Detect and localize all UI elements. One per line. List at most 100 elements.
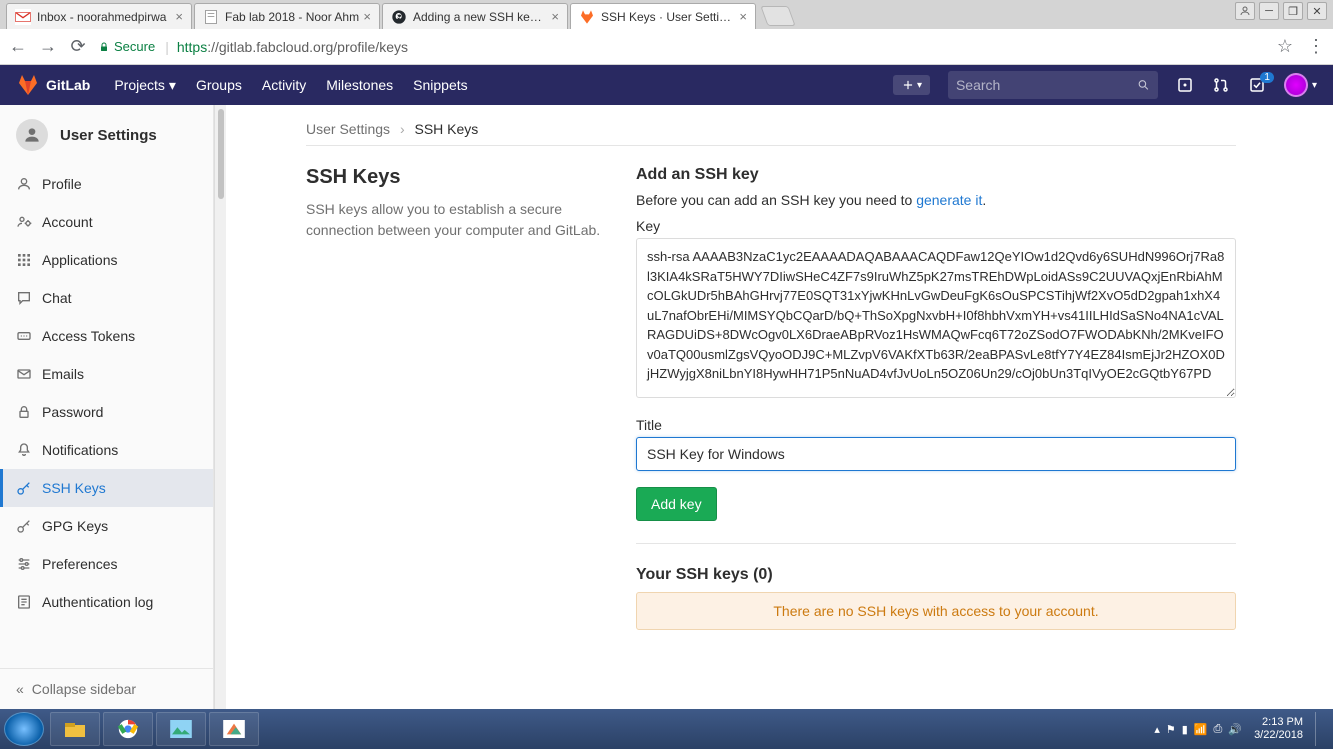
sidebar-item-label: Emails: [42, 366, 84, 382]
show-desktop-button[interactable]: [1315, 712, 1323, 746]
sidebar: User Settings Profile Account Applicatio…: [0, 105, 214, 709]
close-window-button[interactable]: ✕: [1307, 2, 1327, 20]
sidebar-item-label: Account: [42, 214, 93, 230]
collapse-sidebar[interactable]: « Collapse sidebar: [0, 668, 213, 709]
start-button[interactable]: [4, 712, 44, 746]
new-tab-button[interactable]: [760, 6, 795, 26]
sidebar-item-label: Preferences: [42, 556, 117, 572]
new-dropdown[interactable]: ▾: [893, 75, 930, 95]
browser-tab[interactable]: Adding a new SSH key to ×: [382, 3, 568, 29]
sidebar-item-notifications[interactable]: Notifications: [0, 431, 213, 469]
key-textarea[interactable]: [636, 238, 1236, 398]
sidebar-item-auth-log[interactable]: Authentication log: [0, 583, 213, 621]
applications-icon: [16, 252, 32, 268]
nav-groups[interactable]: Groups: [196, 77, 242, 94]
title-input[interactable]: [636, 437, 1236, 471]
network-icon[interactable]: 📶: [1194, 723, 1208, 736]
browser-tab[interactable]: Fab lab 2018 - Noor Ahm ×: [194, 3, 380, 29]
gitlab-navbar: GitLab Projects▾ Groups Activity Milesto…: [0, 65, 1333, 105]
sidebar-item-applications[interactable]: Applications: [0, 241, 213, 279]
browser-tabstrip: Inbox - noorahmedpirwa × Fab lab 2018 - …: [0, 0, 1333, 29]
tab-close-icon[interactable]: ×: [739, 9, 747, 24]
bookmark-star-icon[interactable]: ☆: [1277, 36, 1293, 57]
todos-icon[interactable]: 1: [1248, 76, 1266, 94]
taskbar-app[interactable]: [156, 712, 206, 746]
address-bar[interactable]: Secure | https://gitlab.fabcloud.org/pro…: [98, 39, 1267, 55]
taskbar-explorer[interactable]: [50, 712, 100, 746]
time-text: 2:13 PM: [1254, 716, 1303, 729]
sidebar-item-profile[interactable]: Profile: [0, 165, 213, 203]
nav-milestones[interactable]: Milestones: [326, 77, 393, 94]
issues-icon[interactable]: [1176, 76, 1194, 94]
chrome-menu-icon[interactable]: ⋮: [1307, 36, 1325, 57]
forward-button[interactable]: →: [38, 37, 58, 57]
wifi-icon[interactable]: ⎙: [1214, 723, 1223, 736]
add-key-button[interactable]: Add key: [636, 487, 717, 521]
gitlab-logo[interactable]: GitLab: [16, 73, 90, 97]
sidebar-item-account[interactable]: Account: [0, 203, 213, 241]
flag-icon[interactable]: ⚑: [1166, 723, 1176, 736]
system-tray: ▴ ⚑ ▮ 📶 ⎙ 🔊 2:13 PM 3/22/2018: [1154, 712, 1329, 746]
add-key-desc: Before you can add an SSH key you need t…: [636, 192, 1236, 208]
browser-tab[interactable]: Inbox - noorahmedpirwa ×: [6, 3, 192, 29]
maximize-button[interactable]: ❐: [1283, 2, 1303, 20]
plus-icon: [901, 78, 915, 92]
sidebar-item-password[interactable]: Password: [0, 393, 213, 431]
sidebar-item-label: Access Tokens: [42, 328, 135, 344]
tray-arrow-icon[interactable]: ▴: [1154, 723, 1160, 736]
generate-link[interactable]: generate it: [916, 192, 982, 208]
sidebar-item-label: Password: [42, 404, 103, 420]
back-button[interactable]: ←: [8, 37, 28, 57]
browser-tab-active[interactable]: SSH Keys · User Settings ×: [570, 3, 756, 29]
tab-close-icon[interactable]: ×: [551, 9, 559, 24]
user-button[interactable]: [1235, 2, 1255, 20]
chevron-right-icon: ›: [400, 121, 405, 137]
page-title: SSH Keys: [306, 166, 606, 189]
sidebar-item-label: Authentication log: [42, 594, 153, 610]
tab-close-icon[interactable]: ×: [363, 9, 371, 24]
tab-title: SSH Keys · User Settings: [601, 10, 735, 24]
sidebar-item-chat[interactable]: Chat: [0, 279, 213, 317]
sidebar-scrollbar-thumb[interactable]: [218, 109, 224, 199]
sidebar-item-ssh-keys[interactable]: SSH Keys: [0, 469, 213, 507]
email-icon: [16, 366, 32, 382]
sidebar-item-access-tokens[interactable]: Access Tokens: [0, 317, 213, 355]
merge-requests-icon[interactable]: [1212, 76, 1230, 94]
sidebar-item-emails[interactable]: Emails: [0, 355, 213, 393]
token-icon: [16, 328, 32, 344]
minimize-button[interactable]: ─: [1259, 2, 1279, 20]
reload-button[interactable]: ⟳: [68, 37, 88, 57]
battery-icon[interactable]: ▮: [1182, 723, 1188, 736]
breadcrumb-root[interactable]: User Settings: [306, 121, 390, 137]
sidebar-item-gpg-keys[interactable]: GPG Keys: [0, 507, 213, 545]
todo-badge: 1: [1260, 72, 1274, 83]
sidebar-scrollbar-track[interactable]: [214, 105, 226, 709]
sidebar-item-label: Applications: [42, 252, 118, 268]
nav-projects[interactable]: Projects▾: [114, 77, 176, 94]
nav-snippets[interactable]: Snippets: [413, 77, 467, 94]
nav-activity[interactable]: Activity: [262, 77, 306, 94]
sidebar-item-label: Chat: [42, 290, 72, 306]
sidebar-item-label: Notifications: [42, 442, 118, 458]
divider: [306, 145, 1236, 146]
profile-icon: [16, 176, 32, 192]
taskbar-chrome[interactable]: [103, 712, 153, 746]
lock-icon: [16, 404, 32, 420]
window-controls: ─ ❐ ✕: [1235, 2, 1327, 20]
taskbar-app[interactable]: [209, 712, 259, 746]
key-label: Key: [636, 218, 1236, 234]
sidebar-item-preferences[interactable]: Preferences: [0, 545, 213, 583]
user-menu[interactable]: ▾: [1284, 73, 1317, 97]
empty-keys-banner: There are no SSH keys with access to you…: [636, 592, 1236, 630]
page-description: SSH keys allow you to establish a secure…: [306, 199, 606, 241]
your-keys-title: Your SSH keys (0): [636, 566, 1236, 584]
document-icon: [203, 9, 219, 25]
search-box[interactable]: [948, 71, 1158, 99]
clock[interactable]: 2:13 PM 3/22/2018: [1248, 716, 1309, 742]
volume-icon[interactable]: 🔊: [1228, 723, 1242, 736]
chevron-down-icon: ▾: [917, 80, 922, 91]
tab-title: Inbox - noorahmedpirwa: [37, 10, 171, 24]
brand-text: GitLab: [46, 77, 90, 93]
tab-close-icon[interactable]: ×: [175, 9, 183, 24]
search-input[interactable]: [956, 77, 1137, 93]
